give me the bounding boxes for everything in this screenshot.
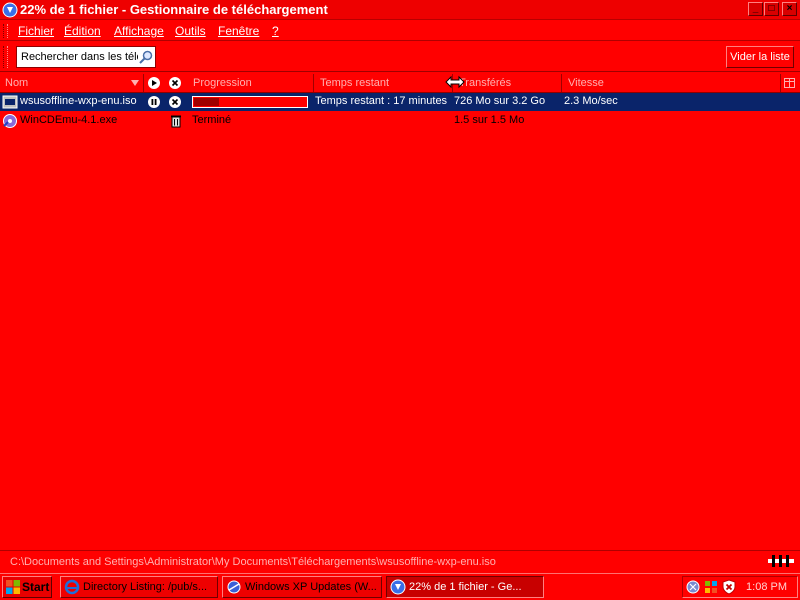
- column-header-speed[interactable]: Vitesse: [563, 74, 781, 92]
- minimize-button[interactable]: _: [748, 2, 763, 16]
- clear-list-button[interactable]: Vider la liste: [726, 46, 794, 68]
- search-input[interactable]: Rechercher dans les télé: [16, 46, 156, 68]
- sort-arrow-icon: [131, 80, 139, 86]
- column-picker-button[interactable]: [781, 74, 800, 92]
- download-transferred: 1.5 sur 1.5 Mo: [454, 114, 525, 126]
- network-activity-icon: [768, 555, 794, 567]
- start-button[interactable]: Start: [2, 576, 52, 598]
- column-header-progress[interactable]: Progression: [188, 74, 314, 92]
- window-title: 22% de 1 fichier - Gestionnaire de téléc…: [20, 2, 328, 17]
- taskbar-label: Windows XP Updates (W...: [245, 581, 377, 593]
- pause-icon[interactable]: [147, 95, 161, 109]
- download-name: wsusoffline-wxp-enu.iso: [20, 95, 137, 107]
- taskbar-label: 22% de 1 fichier - Ge...: [409, 581, 522, 593]
- taskbar-button-directory-listing[interactable]: Directory Listing: /pub/s...: [60, 576, 218, 598]
- windows-logo-icon: [6, 580, 20, 594]
- download-manager-icon: [2, 2, 18, 18]
- menu-help[interactable]: ?: [272, 24, 279, 38]
- search-input-text: Rechercher dans les télé: [21, 51, 143, 63]
- resize-cursor-icon: [445, 75, 465, 89]
- system-tray: 1:08 PM: [682, 576, 798, 598]
- menu-fenetre[interactable]: Fenêtre: [218, 24, 259, 38]
- menubar-grip[interactable]: [3, 24, 8, 38]
- iso-file-icon: [2, 95, 18, 109]
- menu-affichage[interactable]: Affichage: [114, 24, 164, 38]
- title-bar[interactable]: 22% de 1 fichier - Gestionnaire de téléc…: [0, 0, 800, 20]
- menu-outils[interactable]: Outils: [175, 24, 206, 38]
- taskbar-label: Directory Listing: /pub/s...: [83, 581, 208, 593]
- column-header-transferred[interactable]: Transférés: [454, 74, 562, 92]
- menu-bar: Fichier Édition Affichage Outils Fenêtre…: [0, 21, 800, 41]
- cancel-icon: [169, 77, 181, 89]
- menu-fichier[interactable]: Fichier: [18, 24, 54, 38]
- download-row[interactable]: WinCDEmu-4.1.exe Terminé 1.5 sur 1.5 Mo: [0, 112, 800, 130]
- download-progress-bar: [192, 96, 308, 108]
- taskbar-button-download-manager[interactable]: 22% de 1 fichier - Ge...: [386, 576, 544, 598]
- close-button[interactable]: ×: [782, 2, 797, 16]
- network-tray-icon[interactable]: [685, 579, 701, 595]
- column-header-resume[interactable]: [145, 75, 163, 91]
- download-manager-icon: [390, 579, 406, 595]
- status-bar: C:\Documents and Settings\Administrator\…: [0, 550, 800, 572]
- browser-window-icon: [227, 580, 241, 594]
- download-progress-fill: [194, 98, 219, 106]
- download-time-remaining: Temps restant : 17 minutes: [315, 95, 448, 107]
- system-clock: 1:08 PM: [746, 581, 787, 593]
- taskbar: Start Directory Listing: /pub/s... Windo…: [0, 573, 800, 600]
- menu-edition[interactable]: Édition: [64, 24, 101, 38]
- column-header-cancel[interactable]: [166, 75, 184, 91]
- download-list-empty-area[interactable]: [0, 131, 800, 549]
- start-label: Start: [22, 580, 50, 594]
- download-speed: 2.3 Mo/sec: [564, 95, 618, 107]
- maximize-button[interactable]: □: [764, 2, 779, 16]
- download-name: WinCDEmu-4.1.exe: [20, 114, 118, 126]
- toolbar-grip[interactable]: [3, 46, 8, 68]
- taskbar-button-windows-updates[interactable]: Windows XP Updates (W...: [222, 576, 382, 598]
- column-header-name[interactable]: Nom: [0, 74, 144, 92]
- wincdemu-app-icon: [3, 114, 17, 128]
- column-name-label: Nom: [5, 77, 29, 89]
- download-row[interactable]: wsusoffline-wxp-enu.iso Temps restant : …: [0, 93, 800, 111]
- update-tray-icon[interactable]: [703, 579, 719, 595]
- play-icon: [148, 77, 160, 89]
- status-file-path: C:\Documents and Settings\Administrator\…: [10, 556, 496, 568]
- internet-explorer-icon: [64, 579, 80, 595]
- search-icon[interactable]: [138, 49, 154, 65]
- toolbar: Rechercher dans les télé Vider la liste: [0, 42, 800, 72]
- download-transferred: 726 Mo sur 3.2 Go: [454, 95, 546, 107]
- column-header-row: Nom Progression Temps restant Transférés…: [0, 74, 800, 93]
- trash-icon[interactable]: [170, 114, 182, 128]
- cancel-download-icon[interactable]: [168, 95, 182, 109]
- column-picker-icon: [784, 78, 795, 88]
- column-header-time-remaining[interactable]: Temps restant: [315, 74, 453, 92]
- security-shield-icon[interactable]: [721, 579, 737, 595]
- download-status: Terminé: [192, 114, 232, 126]
